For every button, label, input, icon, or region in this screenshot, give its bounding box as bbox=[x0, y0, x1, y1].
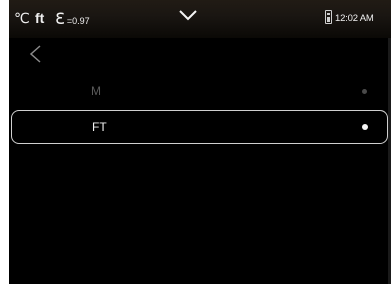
distance-unit: ft bbox=[35, 10, 45, 26]
temperature-unit: ℃ bbox=[14, 10, 30, 26]
option-label: FT bbox=[92, 120, 107, 134]
radio-dot-selected bbox=[362, 124, 368, 130]
emissivity: ℇ =0.97 bbox=[55, 9, 90, 28]
status-bar: ℃ ft ℇ =0.97 12:02 AM bbox=[9, 0, 391, 38]
option-label: M bbox=[91, 84, 101, 98]
chevron-down-icon[interactable] bbox=[178, 8, 198, 22]
emissivity-symbol: ℇ bbox=[55, 9, 65, 28]
clock: 12:02 AM bbox=[335, 13, 374, 24]
radio-dot bbox=[362, 88, 367, 94]
option-meters[interactable]: M bbox=[9, 74, 391, 108]
battery-icon bbox=[325, 10, 332, 24]
emissivity-value: =0.97 bbox=[66, 15, 90, 26]
option-feet[interactable]: FT bbox=[11, 110, 388, 144]
chevron-left-icon[interactable] bbox=[28, 44, 44, 64]
device-screen: ℃ ft ℇ =0.97 12:02 AM M FT bbox=[9, 0, 391, 284]
